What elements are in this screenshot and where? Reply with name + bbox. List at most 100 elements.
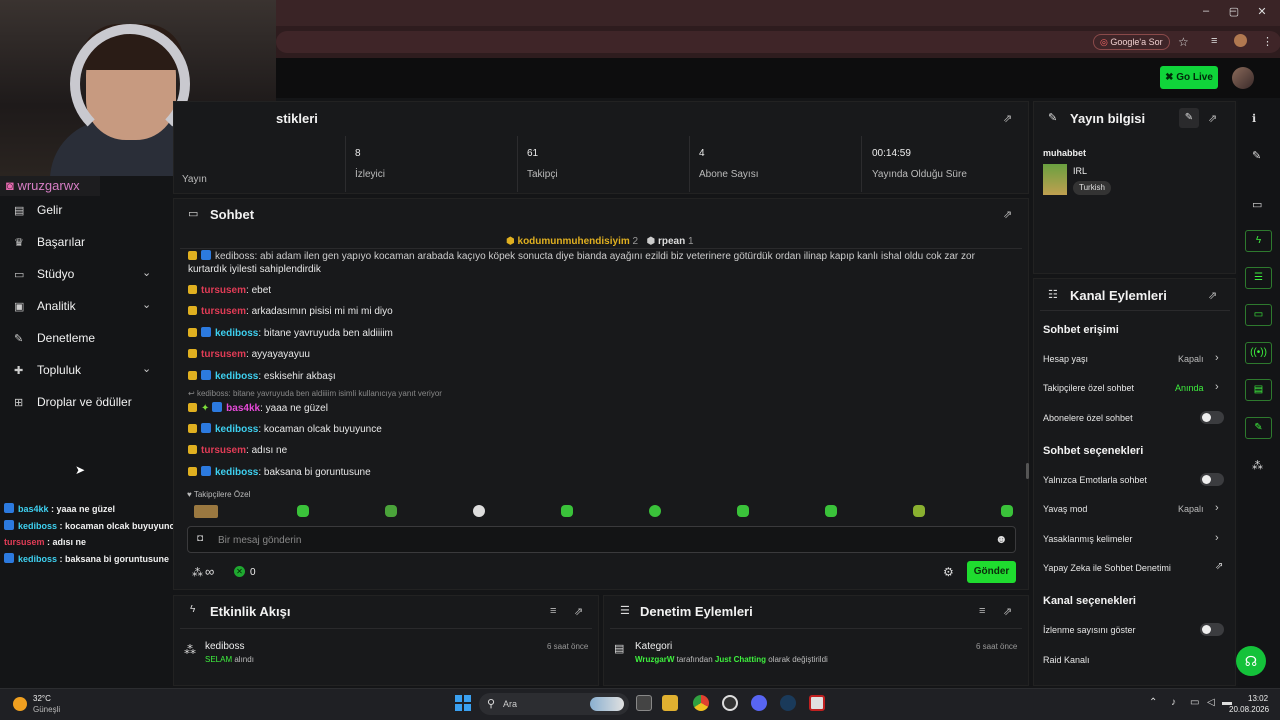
steam-icon[interactable] (780, 695, 796, 711)
sidebar-item-studyo[interactable]: ▭ Stüdyo (14, 264, 74, 284)
banned-words-label[interactable]: Yasaklanmış kelimeler (1043, 534, 1132, 544)
chrome-icon[interactable] (693, 695, 709, 711)
kebab-menu-icon[interactable]: ⋮ (1262, 35, 1273, 48)
chat-username[interactable]: tursusem (201, 285, 246, 296)
chevron-up-icon[interactable]: ⌃ (1149, 697, 1157, 708)
minimize-button-2[interactable]: – (1196, 5, 1216, 21)
edit-pencil-icon[interactable]: ✎ (1179, 108, 1199, 128)
bookmark-star-icon[interactable]: ☆ (1178, 35, 1189, 49)
network-icon[interactable]: ▭ (1190, 697, 1199, 708)
google-sor-button[interactable]: ◎ Google'a Sor (1093, 34, 1170, 50)
chevron-down-icon[interactable]: ⌄ (142, 266, 151, 279)
chevron-right-icon[interactable]: › (1215, 502, 1219, 514)
stat-value-followers: 61 (527, 148, 539, 159)
clock-time[interactable]: 13:02 (1248, 694, 1268, 703)
emote-only-toggle[interactable] (1200, 473, 1224, 486)
headset-support-icon[interactable]: ☊ (1236, 646, 1266, 676)
popout-icon[interactable]: ⇗ (1003, 605, 1012, 618)
profile-icon[interactable] (1234, 34, 1247, 47)
go-live-button[interactable]: ✖ Go Live (1160, 66, 1218, 89)
chevron-right-icon[interactable]: › (1215, 532, 1219, 544)
stream-category[interactable]: IRL (1073, 166, 1087, 176)
send-button[interactable]: Gönder (967, 561, 1016, 583)
emote[interactable] (561, 505, 573, 517)
chat-input[interactable] (187, 526, 1016, 553)
chat-username[interactable]: tursusem (201, 349, 246, 360)
chat-username[interactable]: kediboss (215, 328, 258, 339)
activity-username[interactable]: kediboss (205, 641, 244, 652)
filter-icon[interactable]: ≡ (550, 605, 556, 617)
chat-username[interactable]: tursusem (201, 445, 246, 456)
external-link-icon[interactable]: ⇗ (1215, 561, 1223, 572)
sidebar-item-topluluk[interactable]: ✚ Topluluk (14, 360, 81, 380)
app-icon[interactable] (722, 695, 738, 711)
slow-mode-label[interactable]: Yavaş mod (1043, 504, 1087, 514)
chat-username[interactable]: bas4kk (226, 403, 260, 414)
broadcast-icon[interactable]: ((•)) (1245, 342, 1272, 364)
media-controls-icon[interactable]: ≡ (1211, 35, 1217, 47)
app-icon[interactable] (809, 695, 825, 711)
wrench-icon[interactable]: ✎ (1245, 417, 1272, 439)
instagram-tag: ◙ wruzgarwx (0, 176, 100, 196)
lightning-icon[interactable]: ϟ (1245, 230, 1272, 252)
sidebar-item-basarilar[interactable]: ♛ Başarılar (14, 232, 85, 252)
chat-icon[interactable]: ▭ (1245, 304, 1272, 326)
popout-icon[interactable]: ⇗ (1208, 289, 1217, 302)
pencil-icon[interactable]: ✎ (1252, 149, 1261, 162)
settings-gear-icon[interactable]: ⚙ (943, 565, 954, 579)
close-window-button[interactable]: ✕ (1252, 5, 1272, 21)
community-icon[interactable]: ⁂ (1252, 459, 1263, 472)
chat-username[interactable]: kediboss (215, 371, 258, 382)
sidebar-item-droplar[interactable]: ⊞ Droplar ve ödüller (14, 392, 132, 412)
emote[interactable] (649, 505, 661, 517)
emote[interactable] (473, 505, 485, 517)
sub-badge-icon (188, 285, 197, 294)
chat-scrollbar[interactable] (1026, 463, 1029, 479)
maximize-button[interactable]: ▢ (1224, 5, 1244, 21)
discord-icon[interactable] (751, 695, 767, 711)
subs-only-toggle[interactable] (1200, 411, 1224, 424)
chevron-right-icon[interactable]: › (1215, 381, 1219, 393)
list-icon[interactable]: ☰ (1245, 267, 1272, 289)
emote[interactable] (913, 505, 925, 517)
community-icon: ✚ (14, 364, 24, 377)
sidebar-item-analitik[interactable]: ▣ Analitik (14, 296, 76, 316)
popout-icon[interactable]: ⇗ (574, 605, 583, 618)
gifter-name[interactable]: kodumunmuhendisiyim (518, 236, 630, 247)
emote[interactable] (737, 505, 749, 517)
popout-icon[interactable]: ⇗ (1003, 112, 1012, 125)
sidebar-item-denetleme[interactable]: ✎ Denetleme (14, 328, 95, 348)
emote[interactable] (297, 505, 309, 517)
chat-username[interactable]: kediboss (215, 424, 258, 435)
filter-icon[interactable]: ≡ (979, 605, 985, 617)
task-view-icon[interactable] (636, 695, 652, 711)
weather-temp[interactable]: 32°C (33, 694, 51, 703)
chevron-down-icon[interactable]: ⌄ (142, 362, 151, 375)
video-icon[interactable]: ▭ (1252, 198, 1262, 211)
stats-icon[interactable]: ▤ (1245, 379, 1272, 401)
popout-icon[interactable]: ⇗ (1208, 112, 1217, 125)
avatar[interactable] (1232, 67, 1254, 89)
emote[interactable] (385, 505, 397, 517)
chevron-down-icon[interactable]: ⌄ (142, 298, 151, 311)
ai-moderation-label[interactable]: Yapay Zeka ile Sohbet Denetimi (1043, 563, 1171, 573)
gifter-name[interactable]: rpean (658, 236, 685, 247)
followers-only-chat-label[interactable]: Takipçilere özel sohbet (1043, 383, 1134, 393)
popout-icon[interactable]: ⇗ (1003, 208, 1012, 221)
emoji-icon[interactable]: ☻ (995, 532, 1008, 546)
chat-username[interactable]: kediboss (215, 467, 258, 478)
microphone-icon[interactable]: ♪ (1171, 697, 1176, 708)
volume-icon[interactable]: ◁ (1207, 697, 1215, 708)
emote[interactable] (1001, 505, 1013, 517)
file-explorer-icon[interactable] (662, 695, 678, 711)
account-age-label[interactable]: Hesap yaşı (1043, 354, 1088, 364)
info-icon[interactable]: ℹ (1252, 112, 1256, 125)
raid-channel-label[interactable]: Raid Kanalı (1043, 655, 1090, 665)
emote[interactable] (825, 505, 837, 517)
chevron-right-icon[interactable]: › (1215, 352, 1219, 364)
emote-kick[interactable] (194, 505, 218, 518)
windows-start-icon[interactable] (455, 695, 471, 711)
show-viewcount-toggle[interactable] (1200, 623, 1224, 636)
chat-username[interactable]: tursusem (201, 306, 246, 317)
sidebar-item-gelir[interactable]: ▤ Gelir (14, 200, 62, 220)
